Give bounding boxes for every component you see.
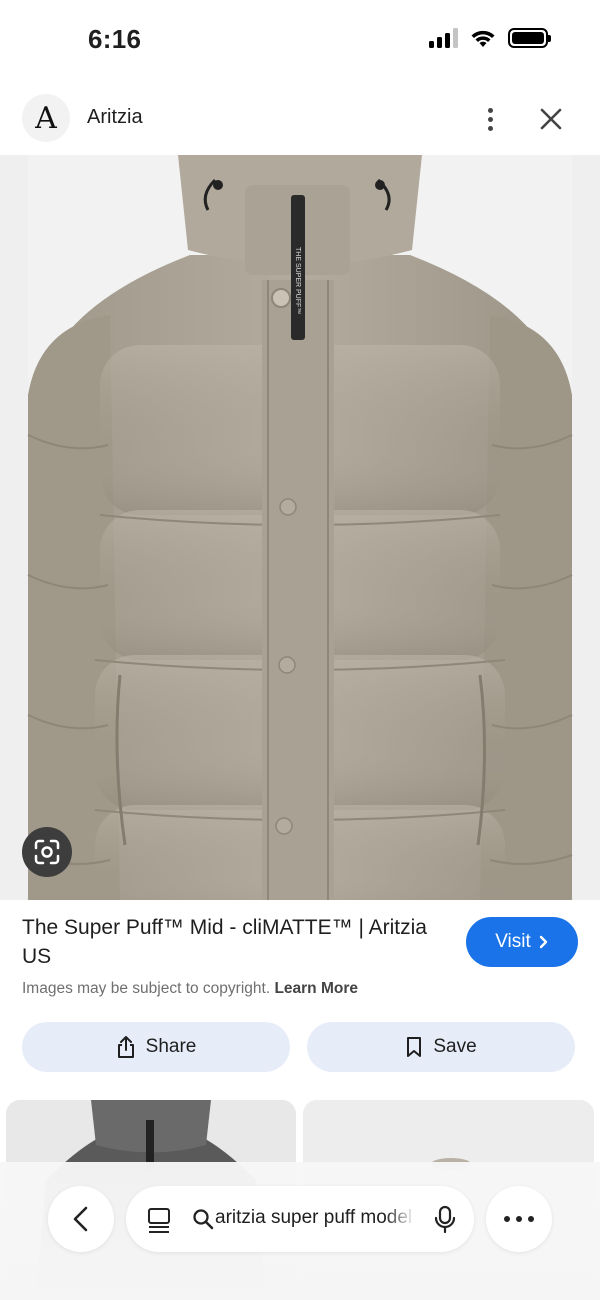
bottom-toolbar: aritzia super puff model bbox=[0, 1162, 600, 1300]
bookmark-icon bbox=[407, 1037, 422, 1057]
more-horizontal-icon[interactable] bbox=[486, 1186, 552, 1252]
copyright-notice: Images may be subject to copyright. Lear… bbox=[22, 980, 358, 998]
status-bar: 6:16 bbox=[0, 0, 600, 82]
search-query[interactable]: aritzia super puff model bbox=[215, 1207, 415, 1229]
wifi-icon bbox=[471, 30, 495, 47]
visit-label: Visit bbox=[495, 931, 531, 952]
mic-icon[interactable] bbox=[430, 1204, 460, 1234]
more-vertical-icon bbox=[487, 107, 493, 113]
result-title[interactable]: The Super Puff™ Mid - cliMATTE™ | Aritzi… bbox=[22, 913, 442, 971]
copyright-text: Images may be subject to copyright. bbox=[22, 980, 271, 997]
share-icon bbox=[117, 1036, 134, 1058]
site-header: A Aritzia bbox=[0, 88, 600, 154]
share-label: Share bbox=[145, 1036, 197, 1057]
site-logo[interactable]: A bbox=[22, 94, 70, 142]
site-logo-letter: A bbox=[35, 100, 57, 136]
site-name[interactable]: Aritzia bbox=[87, 106, 143, 129]
learn-more-link[interactable]: Learn More bbox=[274, 980, 358, 997]
save-button[interactable]: Save bbox=[307, 1022, 575, 1072]
search-bar[interactable]: aritzia super puff model bbox=[126, 1186, 474, 1252]
status-time: 6:16 bbox=[88, 24, 142, 54]
image-viewer-page: 6:16 A Aritzia THE SUPER PUFF™ The Super… bbox=[0, 0, 600, 1300]
google-lens-icon bbox=[34, 839, 60, 865]
puffer-jacket-image: THE SUPER PUFF™ bbox=[0, 155, 600, 900]
battery-icon bbox=[508, 28, 551, 48]
share-button[interactable]: Share bbox=[22, 1022, 290, 1072]
product-image[interactable]: THE SUPER PUFF™ bbox=[0, 155, 600, 900]
more-options-button[interactable] bbox=[480, 102, 500, 136]
chevron-left-icon bbox=[73, 1206, 88, 1232]
battery-fill bbox=[512, 32, 544, 44]
jacket-label-text: THE SUPER PUFF™ bbox=[294, 247, 301, 314]
chevron-right-icon bbox=[539, 935, 547, 949]
cellular-signal-icon bbox=[429, 28, 458, 48]
visit-button[interactable]: Visit bbox=[466, 917, 578, 967]
tabs-icon[interactable] bbox=[146, 1206, 172, 1234]
close-icon[interactable] bbox=[536, 104, 566, 134]
status-icons bbox=[429, 28, 551, 48]
save-label: Save bbox=[433, 1036, 477, 1057]
search-icon bbox=[193, 1209, 214, 1230]
back-button[interactable] bbox=[48, 1186, 114, 1252]
google-lens-button[interactable] bbox=[22, 827, 72, 877]
